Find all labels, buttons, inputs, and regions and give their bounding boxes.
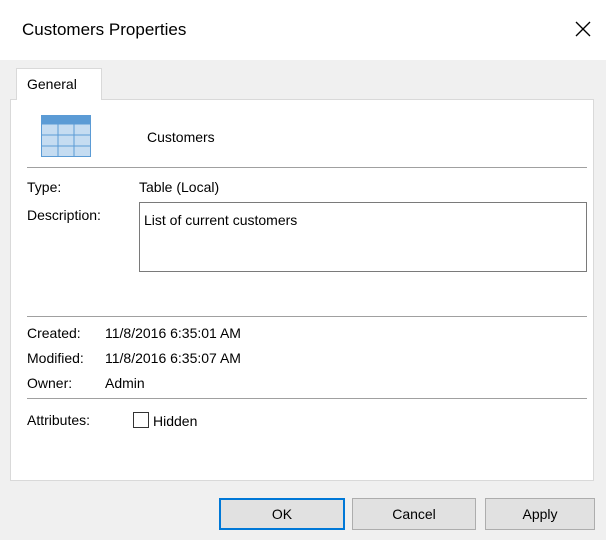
- modified-value: 11/8/2016 6:35:07 AM: [105, 350, 241, 366]
- table-icon: [41, 115, 91, 157]
- apply-button[interactable]: Apply: [485, 498, 595, 530]
- cancel-button[interactable]: Cancel: [352, 498, 476, 530]
- modified-label: Modified:: [27, 350, 84, 366]
- window-title: Customers Properties: [22, 20, 187, 39]
- owner-value: Admin: [105, 375, 145, 391]
- created-label: Created:: [27, 325, 81, 341]
- tab-general[interactable]: General: [16, 68, 102, 100]
- owner-label: Owner:: [27, 375, 73, 391]
- type-value: Table (Local): [139, 179, 220, 195]
- general-tab-panel: Customers Type: Table (Local) Descriptio…: [10, 99, 594, 481]
- type-label: Type:: [27, 179, 62, 195]
- hidden-checkbox[interactable]: [133, 412, 149, 428]
- description-label: Description:: [27, 207, 101, 223]
- close-button[interactable]: [566, 12, 600, 46]
- ok-button[interactable]: OK: [219, 498, 345, 530]
- attributes-label: Attributes:: [27, 412, 91, 428]
- separator: [27, 316, 587, 317]
- object-name: Customers: [147, 129, 215, 145]
- close-icon: [575, 21, 591, 37]
- description-field[interactable]: List of current customers: [139, 202, 587, 272]
- created-value: 11/8/2016 6:35:01 AM: [105, 325, 241, 341]
- hidden-checkbox-label[interactable]: Hidden: [153, 413, 197, 429]
- separator: [27, 167, 587, 168]
- title-bar: Customers Properties: [0, 0, 606, 60]
- separator: [27, 398, 587, 399]
